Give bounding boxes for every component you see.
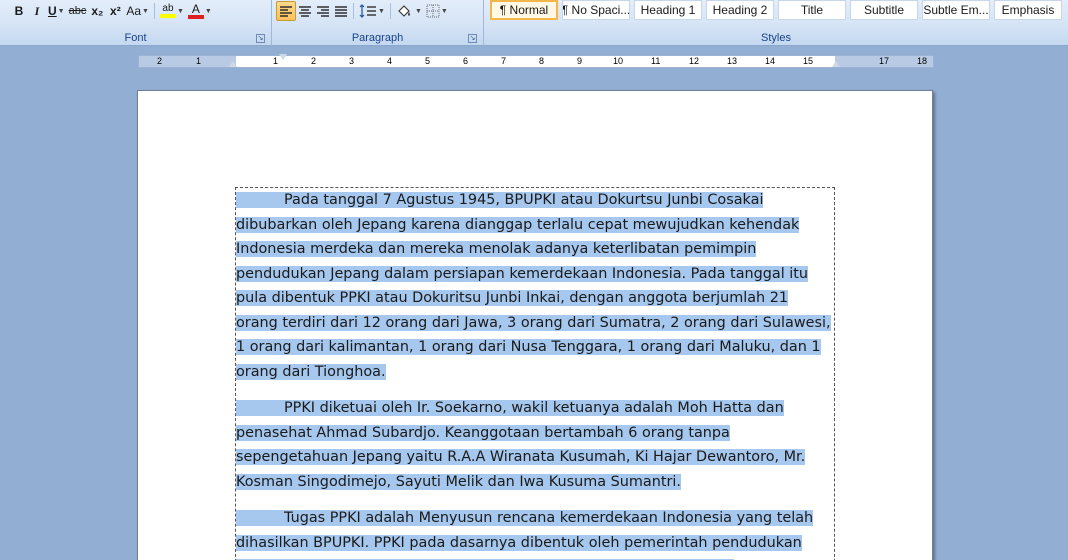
style-tile[interactable]: Emphasis — [994, 0, 1062, 20]
ruler-number: 9 — [577, 56, 583, 66]
change-case-glyph: Aa — [126, 4, 142, 18]
bold-glyph: B — [14, 4, 24, 18]
align-right-icon — [317, 6, 329, 17]
ruler-left-margin — [139, 56, 236, 67]
style-tile[interactable]: ¶ Normal — [490, 0, 558, 20]
styles-gallery: ¶ Normal ¶ No Spaci... Heading 1 Heading 2T… — [490, 0, 1062, 20]
ruler-number: 6 — [463, 56, 469, 66]
chevron-down-icon: ▼ — [378, 7, 385, 15]
highlight-button[interactable]: ab ▼ — [158, 1, 186, 21]
paragraph-dialog-launcher-icon[interactable]: ↘ — [468, 34, 477, 43]
ruler-number: 17 — [879, 56, 890, 66]
chevron-down-icon: ▼ — [414, 7, 422, 15]
paragraph-text: PPKI diketuai oleh Ir. Soekarno, wakil k… — [236, 400, 806, 490]
toolbar-separator — [353, 3, 354, 19]
italic-button[interactable]: I — [28, 1, 46, 21]
style-tile[interactable]: Heading 2 — [706, 0, 774, 20]
toolbar-separator — [153, 3, 155, 19]
border-grid-icon — [426, 4, 440, 18]
right-indent-marker[interactable] — [832, 61, 840, 67]
change-case-button[interactable]: Aa ▼ — [124, 1, 151, 21]
paragraph-group: ▼ ▼ ▼ Paragraph ↘ — [272, 0, 484, 46]
underline-button[interactable]: U ▼ — [46, 1, 67, 21]
document-paragraph[interactable]: Pada tanggal 7 Agustus 1945, BPUPKI atau… — [236, 188, 834, 384]
ruler-number: 3 — [349, 56, 355, 66]
styles-group-label: Styles — [761, 32, 791, 44]
ruler-number: 14 — [765, 56, 776, 66]
font-color-icon: A — [187, 1, 204, 19]
document-paragraph[interactable]: Tugas PPKI adalah Menyusun rencana kemer… — [236, 506, 834, 560]
font-color-button[interactable]: A ▼ — [186, 1, 214, 21]
paragraph-text: Pada tanggal 7 Agustus 1945, BPUPKI atau… — [236, 192, 831, 380]
font-color-glyph: A — [191, 1, 200, 16]
superscript-button[interactable]: x² — [106, 1, 124, 21]
first-line-indent-marker[interactable] — [279, 54, 287, 60]
ruler-number: 13 — [727, 56, 738, 66]
paint-bucket-icon — [398, 5, 410, 17]
align-left-button[interactable] — [276, 1, 296, 21]
document-page: Pada tanggal 7 Agustus 1945, BPUPKI atau… — [137, 90, 933, 560]
ruler-number: 7 — [501, 56, 507, 66]
align-right-button[interactable] — [314, 1, 332, 21]
superscript-glyph: x² — [110, 4, 121, 18]
align-center-button[interactable] — [296, 1, 314, 21]
chevron-down-icon: ▼ — [57, 7, 65, 15]
chevron-down-icon: ▼ — [176, 7, 184, 15]
align-left-icon — [280, 6, 292, 17]
style-tile[interactable]: Title — [778, 0, 846, 20]
font-color-swatch — [187, 14, 204, 19]
paragraph-group-label: Paragraph — [351, 32, 404, 44]
ruler-number: 2 — [311, 56, 317, 66]
align-center-icon — [299, 6, 311, 17]
document-paragraph[interactable]: PPKI diketuai oleh Ir. Soekarno, wakil k… — [236, 396, 834, 494]
font-group: B I U ▼ abc x₂ x² Aa ▼ ab ▼ A ▼ Font ↘ — [0, 0, 272, 46]
underline-glyph: U — [48, 4, 57, 18]
ruler-number: 10 — [613, 56, 624, 66]
ruler-number: 1 — [196, 56, 202, 66]
line-spacing-icon — [359, 4, 376, 18]
ruler-number: 15 — [803, 56, 814, 66]
style-tile[interactable]: Heading 1 — [634, 0, 702, 20]
style-tile[interactable]: Subtitle — [850, 0, 918, 20]
ruler-number: 4 — [387, 56, 393, 66]
subscript-button[interactable]: x₂ — [88, 1, 106, 21]
ribbon: B I U ▼ abc x₂ x² Aa ▼ ab ▼ A ▼ Font ↘ ▼… — [0, 0, 1068, 46]
ruler-number: 18 — [917, 56, 928, 66]
document-text-area[interactable]: Pada tanggal 7 Agustus 1945, BPUPKI atau… — [235, 187, 835, 560]
subscript-glyph: x₂ — [91, 4, 104, 18]
chevron-down-icon: ▼ — [440, 7, 448, 15]
style-tile[interactable]: Subtle Em... — [922, 0, 990, 20]
strikethrough-glyph: abc — [68, 5, 87, 17]
hanging-indent-marker[interactable] — [229, 61, 237, 67]
italic-glyph: I — [34, 3, 40, 18]
bold-button[interactable]: B — [10, 1, 28, 21]
highlight-glyph: ab — [162, 3, 174, 14]
toolbar-separator — [389, 3, 391, 19]
justify-icon — [335, 6, 347, 17]
ruler-number: 1 — [273, 56, 279, 66]
shading-button[interactable]: ▼ — [394, 1, 424, 21]
justify-button[interactable] — [332, 1, 350, 21]
paragraph-text: Tugas PPKI adalah Menyusun rencana kemer… — [236, 510, 814, 560]
highlight-swatch — [159, 14, 176, 18]
chevron-down-icon: ▼ — [142, 7, 149, 15]
highlight-icon: ab — [159, 3, 176, 18]
ruler-number: 8 — [539, 56, 545, 66]
horizontal-ruler[interactable]: 2 1 1 2 3 4 5 6 7 8 9 10 11 12 13 14 15 17 18 — [138, 54, 934, 68]
ruler-number: 2 — [157, 56, 163, 66]
ruler-number: 11 — [651, 56, 661, 66]
ruler-number: 5 — [425, 56, 431, 66]
chevron-down-icon: ▼ — [204, 7, 212, 15]
font-group-label: Font — [124, 32, 147, 44]
ruler-number: 12 — [689, 56, 700, 66]
style-tile[interactable]: ¶ No Spaci... — [562, 0, 630, 20]
line-spacing-button[interactable]: ▼ — [357, 1, 387, 21]
borders-button[interactable]: ▼ — [424, 1, 450, 21]
font-dialog-launcher-icon[interactable]: ↘ — [256, 34, 265, 43]
strikethrough-button[interactable]: abc — [67, 1, 89, 21]
